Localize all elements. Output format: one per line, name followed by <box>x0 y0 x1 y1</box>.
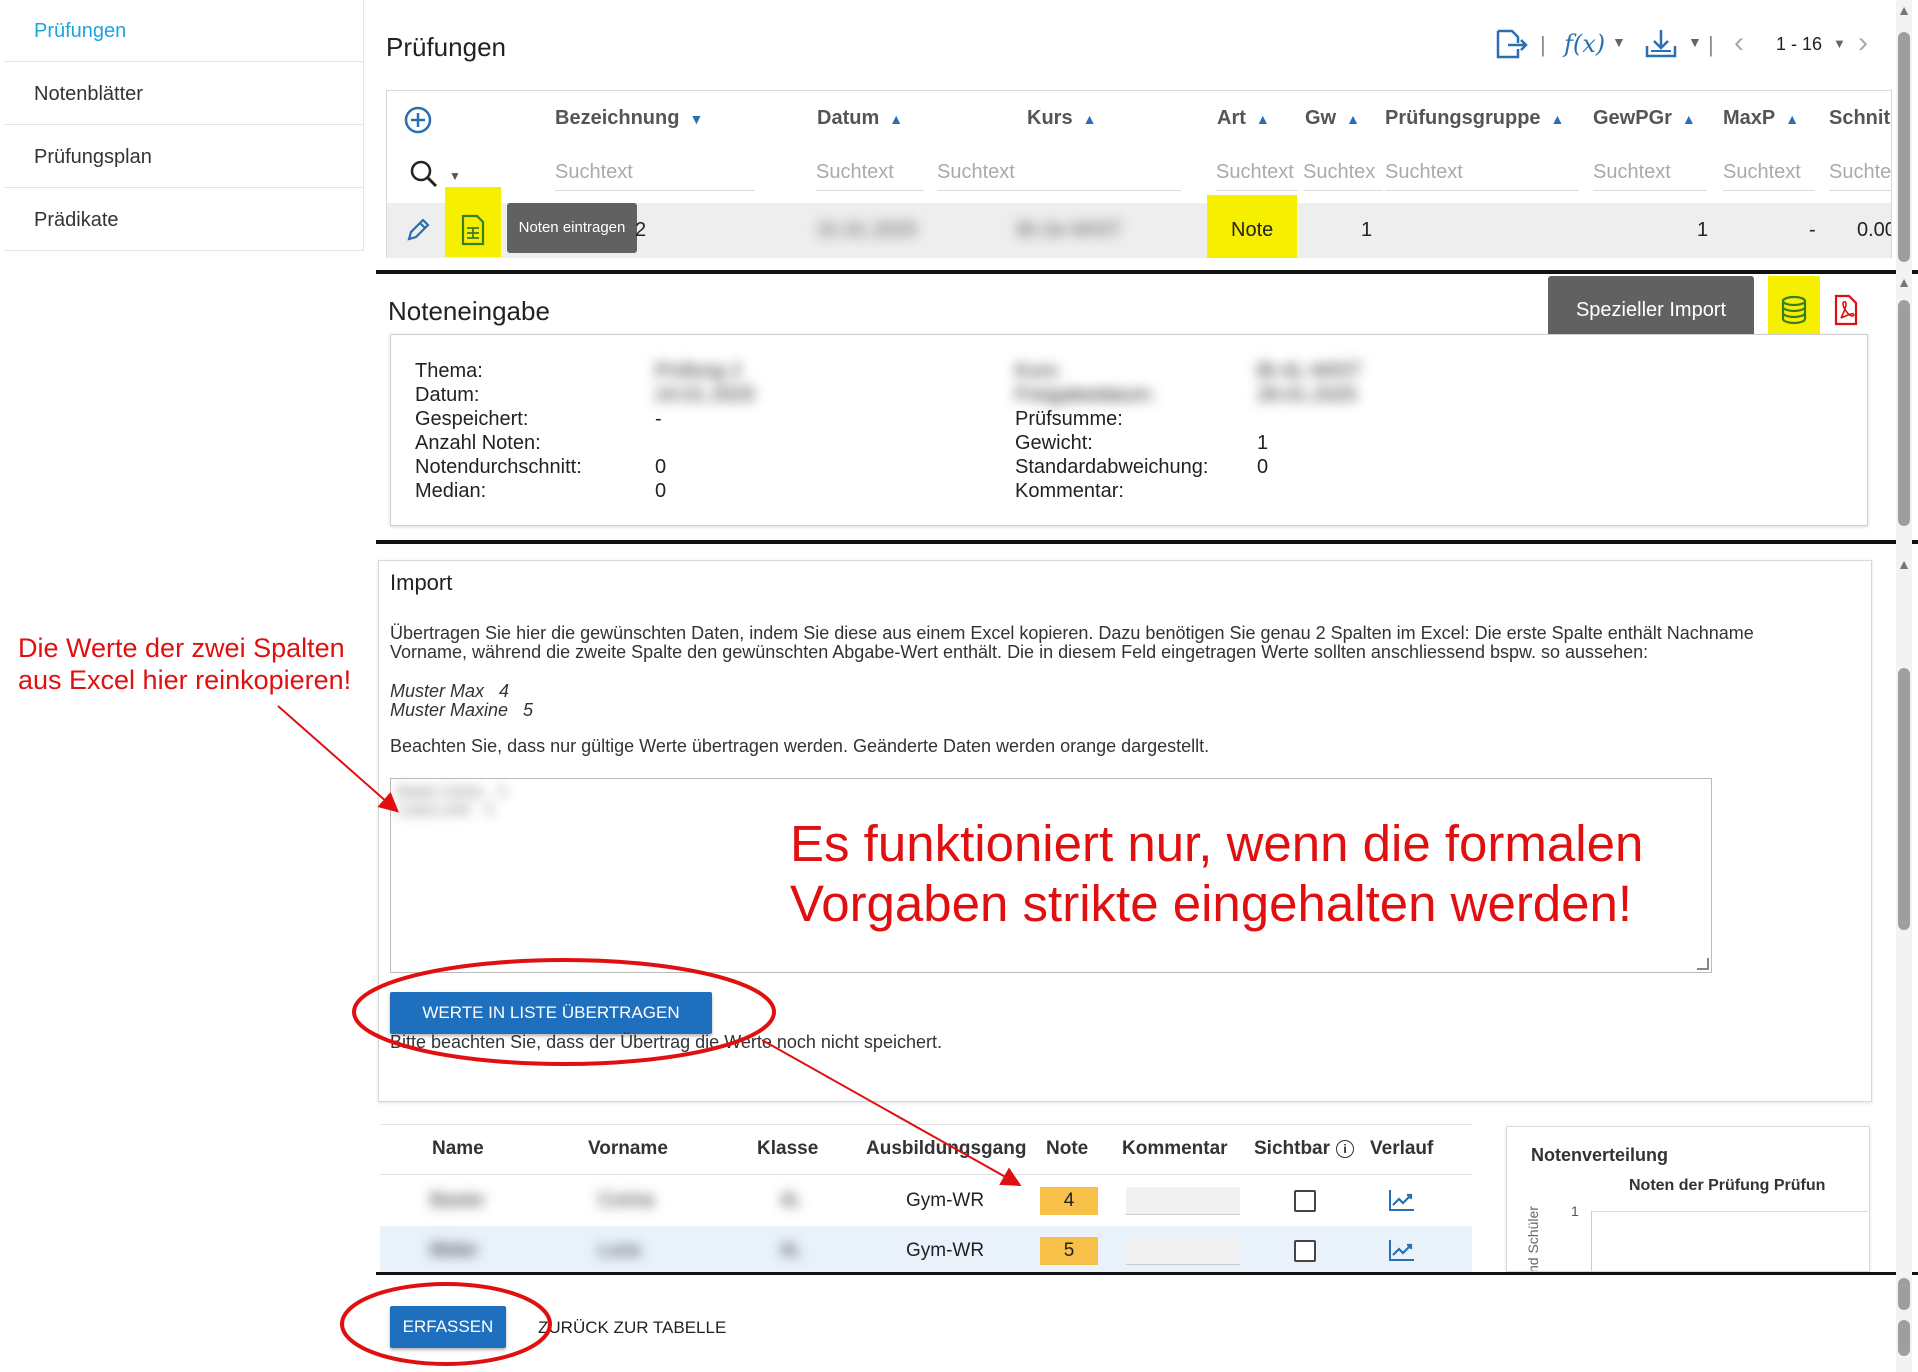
annotation-overlay <box>277 705 1022 1366</box>
